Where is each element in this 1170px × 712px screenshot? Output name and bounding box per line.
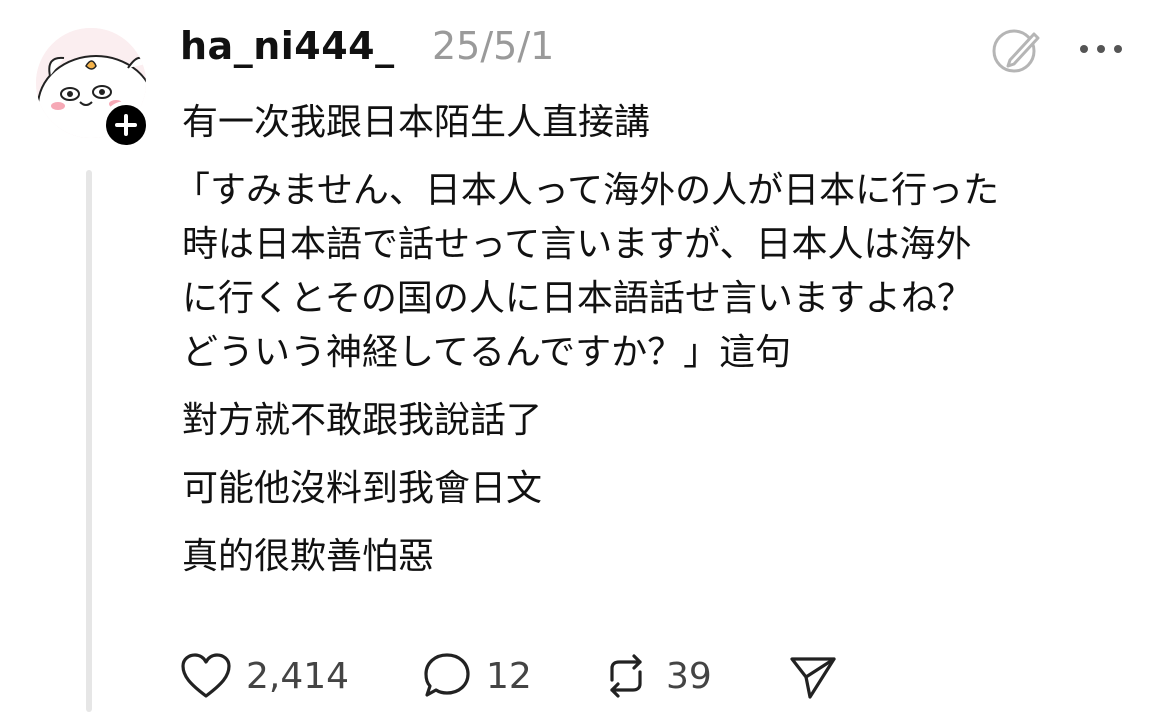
- post-text-line: 可能他沒料到我會日文: [182, 468, 543, 509]
- follow-button[interactable]: [102, 101, 150, 149]
- post-date: 25/5/1: [432, 24, 555, 68]
- comment-bubble-icon: [424, 653, 470, 697]
- more-dots-icon[interactable]: [1076, 34, 1126, 64]
- post-text-line: 真的很欺善怕惡: [182, 536, 435, 577]
- post-text-line: 時は日本語で話せって言いますが、日本人は海外: [182, 224, 972, 265]
- repost-arrows-icon: [610, 654, 642, 698]
- share-button[interactable]: [788, 646, 838, 706]
- post-text-line: に行くとその国の人に日本語話せ言いますよね？: [182, 278, 973, 319]
- repost-count: 39: [666, 655, 712, 697]
- post-text-line: どういう神経してるんですか？」這句: [182, 332, 792, 373]
- like-count: 2,414: [246, 655, 350, 697]
- post-text-line: 「すみません、日本人って海外の人が日本に行った: [174, 170, 1000, 211]
- thread-line: [86, 170, 92, 712]
- plus-icon: [115, 114, 137, 136]
- repost-button[interactable]: 39: [600, 646, 712, 706]
- heart-icon: [181, 653, 231, 698]
- username[interactable]: ha_ni444_: [180, 24, 395, 68]
- post-body: 有一次我跟日本陌生人直接講 「すみません、日本人って海外の人が日本に行った 時は…: [174, 96, 1142, 584]
- like-button[interactable]: 2,414: [180, 646, 349, 706]
- post-text-line: 對方就不敢跟我說話了: [182, 400, 543, 441]
- edit-circle-icon[interactable]: [990, 24, 1042, 76]
- send-paper-plane-icon: [790, 657, 836, 699]
- post-text-line: 有一次我跟日本陌生人直接講: [182, 102, 651, 143]
- reply-count: 12: [486, 655, 532, 697]
- reply-button[interactable]: 12: [422, 646, 532, 706]
- action-bar: 2,414 12 39: [180, 646, 880, 706]
- post-header: ha_ni444_ 25/5/1: [180, 22, 1140, 78]
